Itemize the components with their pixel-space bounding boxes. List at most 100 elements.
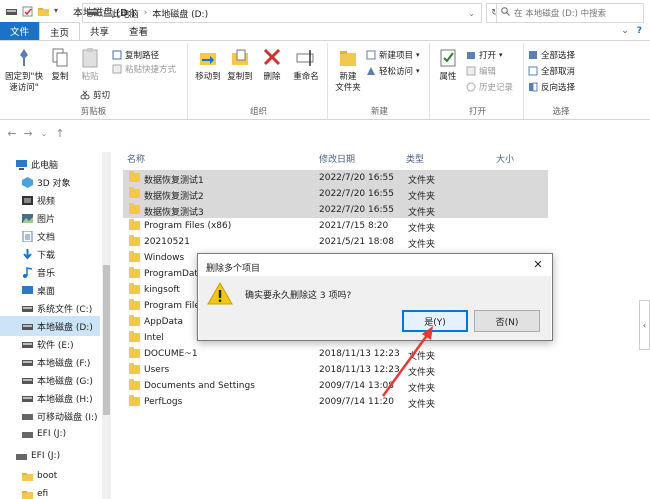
rename-button[interactable]: 重命名 [288,47,324,83]
table-row[interactable]: Program Files (x86) 2021/7/15 8:20 文件夹 [123,218,548,234]
properties-check-icon[interactable] [22,6,33,17]
move-to-button[interactable]: 移动到 [192,47,224,83]
column-type[interactable]: 类型 [406,152,424,165]
column-size[interactable]: 大小 [496,152,514,165]
folder-icon [129,331,140,342]
open-button[interactable]: 打开 ▾ [466,49,503,61]
nav-item-this-pc[interactable]: 此电脑 [0,154,100,174]
search-input[interactable]: 在 本地磁盘 (D:) 中搜索 [496,3,644,23]
properties-icon [438,47,458,69]
cut-button[interactable]: 剪切 [80,89,110,101]
new-item-icon [366,50,376,60]
breadcrumb-separator-icon: › [143,8,148,18]
ribbon-expand-icon[interactable]: ⌄ [621,26,629,36]
chevron-down-icon[interactable]: ⌄ [468,9,475,18]
history-button[interactable]: 历史记录 [466,81,513,93]
table-row[interactable]: 数据恢复测试2 2022/7/20 16:55 文件夹 [123,186,548,202]
customize-quick-access-icon[interactable]: ▾ [54,6,65,17]
nav-item-drive-c[interactable]: 系统文件 (C:) [0,298,100,318]
nav-label: 可移动磁盘 (I:) [37,412,98,423]
edit-button[interactable]: 编辑 [466,65,496,77]
nav-label: 下载 [37,250,56,261]
new-folder-quick-icon[interactable] [38,6,49,17]
file-name: Program Files [144,301,205,311]
no-button[interactable]: 否(N) [474,310,540,332]
select-group: 全部选择 全部取消 反向选择 选择 [526,43,596,119]
address-bar[interactable]: › 此电脑 › 本地磁盘 (D:) ⌄ [82,3,482,23]
nav-item-videos[interactable]: 视频 [0,190,100,210]
nav-item-drive-i[interactable]: 可移动磁盘 (I:) [0,406,100,426]
select-all-button[interactable]: 全部选择 [528,49,575,61]
move-to-icon [198,47,218,69]
back-arrow-icon[interactable]: ← [4,127,20,140]
paste-button[interactable]: 粘贴 [76,47,104,83]
computer-icon [16,159,27,170]
nav-item-drive-h[interactable]: 本地磁盘 (H:) [0,388,100,408]
tab-home[interactable]: 主页 [39,22,81,40]
nav-item-pictures[interactable]: 图片 [0,208,100,228]
nav-label: 本地磁盘 (D:) [37,322,93,333]
recent-locations-icon[interactable]: ⌄ [36,129,52,138]
up-arrow-icon[interactable]: ↑ [52,127,68,140]
nav-item-drive-j[interactable]: EFI (J:) [0,424,100,444]
nav-item-music[interactable]: 音乐 [0,262,100,282]
nav-item-drive-g[interactable]: 本地磁盘 (G:) [0,370,100,390]
nav-item-drive-d[interactable]: 本地磁盘 (D:) [0,316,100,336]
open-icon [466,50,476,60]
delete-button[interactable]: 删除 [258,47,286,83]
nav-item-boot[interactable]: boot [0,466,100,486]
nav-item-desktop[interactable]: 桌面 [0,280,100,300]
select-none-button[interactable]: 全部取消 [528,65,575,77]
history-label: 历史记录 [479,83,514,93]
nav-item-documents[interactable]: 文档 [0,226,100,246]
breadcrumb-this-pc[interactable]: 此电脑 [112,7,139,20]
breadcrumb-drive[interactable]: 本地磁盘 (D:) [152,7,208,20]
forward-arrow-icon[interactable]: → [20,127,36,140]
nav-scrollbar-thumb[interactable] [103,265,110,415]
invert-selection-button[interactable]: 反向选择 [528,81,575,93]
file-modified: 2022/7/20 16:55 [319,189,394,199]
nav-item-drive-e[interactable]: 软件 (E:) [0,334,100,354]
easy-access-button[interactable]: 轻松访问 ▾ [366,65,420,77]
table-row[interactable]: 20210521 2021/5/21 18:08 文件夹 [123,234,548,250]
copy-icon [50,47,70,69]
new-folder-button[interactable]: 新建 文件夹 [332,47,364,94]
organize-group: 移动到 复制到 删除 重命名 组织 [190,43,328,119]
tab-file[interactable]: 文件 [0,22,40,40]
copy-to-button[interactable]: 复制到 [224,47,256,83]
copy-button[interactable]: 复制 [46,47,74,83]
column-name[interactable]: 名称 [127,152,145,165]
nav-item-drive-f[interactable]: 本地磁盘 (F:) [0,352,100,372]
table-row[interactable]: 数据恢复测试3 2022/7/20 16:55 文件夹 [123,202,548,218]
table-row[interactable]: PerfLogs 2009/7/14 11:20 文件夹 [123,394,548,410]
chevron-down-icon: ▾ [416,67,420,75]
nav-item-downloads[interactable]: 下载 [0,244,100,264]
file-name: 数据恢复测试2 [144,192,204,202]
drive-icon [22,303,33,314]
drive-icon [22,357,33,368]
tab-view[interactable]: 查看 [119,22,158,40]
copy-path-button[interactable]: 复制路径 [112,49,159,61]
nav-item-efi-root[interactable]: EFI (J:) [0,446,100,466]
help-icon[interactable]: ? [637,26,642,36]
copy-to-label: 复制到 [227,72,253,82]
download-icon [22,248,33,260]
table-row[interactable]: Users 2018/11/13 12:23 文件夹 [123,362,548,378]
usb-drive-icon [22,411,33,422]
nav-item-efi[interactable]: efi [0,484,100,499]
usb-drive-icon [22,429,33,440]
dialog-close-button[interactable]: ✕ [530,257,546,273]
paste-shortcut-button[interactable]: 粘贴快捷方式 [112,63,176,75]
properties-button[interactable]: 属性 [434,47,462,83]
select-all-icon [528,50,538,60]
pin-quick-access-button[interactable]: 固定到"快 速访问" [2,47,46,94]
paste-shortcut-icon [112,64,122,74]
table-row[interactable]: Documents and Settings 2009/7/14 13:08 文件夹 [123,378,548,394]
right-pane-toggle[interactable]: ‹ [639,300,650,350]
table-row[interactable]: 数据恢复测试1 2022/7/20 16:55 文件夹 [123,170,548,186]
tab-share[interactable]: 共享 [80,22,119,40]
nav-item-3d-objects[interactable]: 3D 对象 [0,172,100,192]
table-row[interactable]: DOCUME~1 2018/11/13 12:23 文件夹 [123,346,548,362]
column-modified[interactable]: 修改日期 [319,152,355,165]
new-item-button[interactable]: 新建项目 ▾ [366,49,420,61]
